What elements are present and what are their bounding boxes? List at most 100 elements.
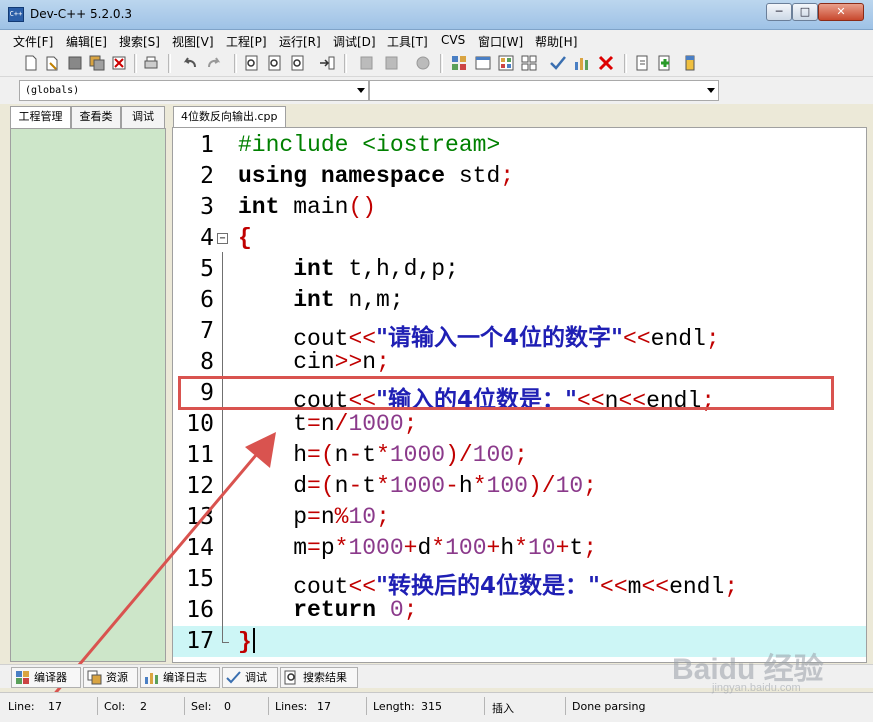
code-line[interactable]: 11 h=(n-t*1000)/100; (173, 440, 866, 471)
maximize-button[interactable]: □ (792, 3, 818, 21)
line-code: return 0; (293, 597, 418, 623)
menu-edit[interactable]: 编辑[E] (66, 33, 107, 50)
menu-tools[interactable]: 工具[T] (387, 33, 428, 50)
code-line[interactable]: 16 return 0; (173, 595, 866, 626)
line-code: int t,h,d,p; (293, 256, 459, 282)
chevron-down-icon (707, 88, 715, 93)
tab-project-manager[interactable]: 工程管理 (10, 106, 71, 129)
chart-icon (145, 673, 158, 684)
delete-icon[interactable] (597, 54, 615, 72)
toolbar-separator (440, 54, 443, 73)
tab-compile-log-label: 编译日志 (163, 671, 207, 684)
code-line[interactable]: 7 cout<<"请输入一个4位的数字"<<endl; (173, 316, 866, 352)
find-next-icon[interactable] (289, 54, 307, 72)
toolbar-separator (168, 54, 171, 73)
compile-icon[interactable] (450, 54, 468, 72)
code-line[interactable]: 12 d=(n-t*1000-h*100)/10; (173, 471, 866, 502)
title-bar: C++ Dev-C++ 5.2.0.3 ─ □ ✕ (0, 0, 873, 30)
replace-icon[interactable] (266, 54, 284, 72)
toolbar-separator (134, 54, 137, 73)
status-length-value: 315 (421, 700, 442, 713)
bookmark-icon[interactable] (681, 54, 699, 72)
line-number: 1 (200, 132, 214, 158)
code-line[interactable]: 8 cin>>n; (173, 347, 866, 378)
line-code: p=n%10; (238, 504, 390, 530)
tab-search-results[interactable]: 搜索结果 (280, 667, 358, 688)
code-line[interactable]: 2 using namespace std; (173, 161, 866, 192)
tab-compiler-label: 编译器 (34, 671, 67, 684)
menu-search[interactable]: 搜索[S] (119, 33, 160, 50)
save-icon[interactable] (66, 54, 84, 72)
check-syntax-icon[interactable] (549, 54, 567, 72)
close-file-icon[interactable] (110, 54, 128, 72)
menu-debug[interactable]: 调试[D] (333, 33, 376, 50)
editor-file-tab[interactable]: 4位数反向输出.cpp (173, 106, 286, 127)
line-code: h=(n-t*1000)/100; (238, 442, 528, 468)
code-line[interactable]: 13 p=n%10; (173, 502, 866, 533)
menu-file[interactable]: 文件[F] (13, 33, 53, 50)
project-remove-icon[interactable] (382, 54, 400, 72)
line-code: using namespace std; (238, 163, 515, 189)
run-icon[interactable] (474, 54, 492, 72)
compile-run-icon[interactable] (497, 54, 515, 72)
save-all-icon[interactable] (88, 54, 106, 72)
fold-toggle-icon[interactable]: − (217, 233, 228, 244)
scope-combo[interactable]: (globals) (19, 80, 369, 101)
menu-run[interactable]: 运行[R] (279, 33, 321, 50)
text-caret (252, 628, 255, 653)
member-combo[interactable] (369, 80, 719, 101)
code-line[interactable]: 5 int t,h,d,p; (173, 254, 866, 285)
menu-help[interactable]: 帮助[H] (535, 33, 577, 50)
resources-icon (87, 670, 102, 685)
tab-resources[interactable]: 资源 (83, 667, 138, 688)
minimize-button[interactable]: ─ (766, 3, 792, 21)
print-icon[interactable] (142, 54, 160, 72)
code-line[interactable]: 6 int n,m; (173, 285, 866, 316)
line-code: #include <iostream> (238, 132, 501, 158)
tab-class-view[interactable]: 查看类 (71, 106, 121, 128)
tab-debug[interactable]: 调试 (121, 106, 165, 128)
line-code: } (238, 628, 255, 655)
line-code: m=p*1000+d*100+h*10+t; (238, 535, 598, 561)
debug-icon[interactable] (634, 54, 652, 72)
menu-window[interactable]: 窗口[W] (478, 33, 523, 50)
menu-view[interactable]: 视图[V] (172, 33, 214, 50)
status-lines-value: 17 (317, 700, 331, 713)
find-icon[interactable] (243, 54, 261, 72)
status-sel-value: 0 (224, 700, 231, 713)
open-file-icon[interactable] (44, 54, 62, 72)
close-button[interactable]: ✕ (818, 3, 864, 21)
undo-icon[interactable] (181, 54, 199, 72)
line-code: t=n/1000; (238, 411, 418, 437)
menu-cvs[interactable]: CVS (441, 33, 465, 47)
tab-compiler[interactable]: 编译器 (11, 667, 81, 688)
status-length-label: Length: (373, 700, 415, 713)
code-line[interactable]: 14 m=p*1000+d*100+h*10+t; (173, 533, 866, 564)
line-number: 11 (186, 442, 214, 468)
rebuild-icon[interactable] (520, 54, 538, 72)
project-options-icon[interactable] (414, 54, 432, 72)
menu-project[interactable]: 工程[P] (226, 33, 267, 50)
line-code: int n,m; (293, 287, 404, 313)
status-separator (97, 697, 98, 715)
tab-debug-output[interactable]: 调试 (222, 667, 278, 688)
code-line[interactable]: 10 t=n/1000; (173, 409, 866, 440)
compiler-icon (16, 671, 29, 684)
toolbar-separator (344, 54, 347, 73)
code-line[interactable]: 1 #include <iostream> (173, 130, 866, 161)
profile-chart-icon[interactable] (573, 54, 591, 72)
watermark-url: jingyan.baidu.com (712, 682, 801, 694)
search-icon (284, 670, 296, 685)
project-add-icon[interactable] (357, 54, 375, 72)
line-number: 8 (200, 349, 214, 375)
code-line[interactable]: 4 − { (173, 223, 866, 254)
project-panel (10, 128, 166, 662)
redo-icon[interactable] (205, 54, 223, 72)
code-line[interactable]: 3 int main() (173, 192, 866, 223)
goto-line-icon[interactable] (318, 54, 336, 72)
add-watch-icon[interactable] (656, 54, 674, 72)
tab-compile-log[interactable]: 编译日志 (140, 667, 220, 688)
new-file-icon[interactable] (22, 54, 40, 72)
code-line[interactable]: 15 cout<<"转换后的4位数是："<<m<<endl; (173, 564, 866, 600)
class-browser-bar: (globals) (0, 77, 873, 104)
